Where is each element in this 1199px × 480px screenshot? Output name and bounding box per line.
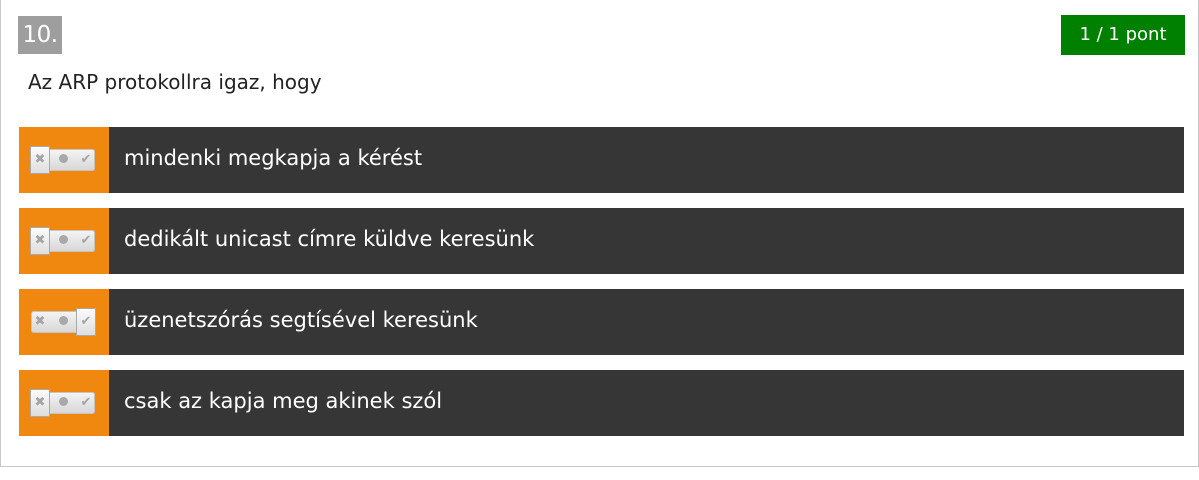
x-icon: ✖ — [34, 152, 46, 167]
toggle-cell: ✖ ✔ ✔ — [19, 289, 109, 355]
answer-text: dedikált unicast címre küldve keresünk — [124, 227, 535, 251]
check-icon[interactable]: ✔ — [76, 230, 96, 252]
check-icon[interactable]: ✔ — [76, 392, 96, 414]
check-icon[interactable]: ✔ — [76, 149, 96, 171]
toggle-cell: ✖ ✔ ✖ — [19, 127, 109, 193]
answer-option: ✖ ✔ ✔ üzenetszórás segtísével keresünk — [19, 289, 1184, 355]
toggle-knob[interactable]: ✔ — [76, 308, 96, 336]
dot-icon[interactable] — [53, 392, 73, 414]
toggle-knob[interactable]: ✖ — [30, 146, 50, 174]
three-state-toggle[interactable]: ✖ ✔ ✖ — [30, 227, 96, 255]
answer-text: üzenetszórás segtísével keresünk — [124, 308, 478, 332]
x-icon[interactable]: ✖ — [30, 311, 50, 333]
toggle-knob[interactable]: ✖ — [30, 227, 50, 255]
three-state-toggle[interactable]: ✖ ✔ ✔ — [30, 308, 96, 336]
answer-option: ✖ ✔ ✖ mindenki megkapja a kérést — [19, 127, 1184, 193]
toggle-cell: ✖ ✔ ✖ — [19, 208, 109, 274]
points-badge: 1 / 1 pont — [1061, 15, 1185, 55]
three-state-toggle[interactable]: ✖ ✔ ✖ — [30, 146, 96, 174]
answer-option: ✖ ✔ ✖ dedikált unicast címre küldve kere… — [19, 208, 1184, 274]
three-state-toggle[interactable]: ✖ ✔ ✖ — [30, 389, 96, 417]
x-icon: ✖ — [34, 395, 46, 410]
answer-text: csak az kapja meg akinek szól — [124, 389, 443, 413]
toggle-knob[interactable]: ✖ — [30, 389, 50, 417]
dot-icon[interactable] — [53, 149, 73, 171]
question-number: 10. — [18, 16, 62, 54]
dot-icon[interactable] — [53, 230, 73, 252]
answer-option: ✖ ✔ ✖ csak az kapja meg akinek szól — [19, 370, 1184, 436]
check-icon: ✔ — [80, 314, 92, 329]
x-icon: ✖ — [34, 233, 46, 248]
question-text: Az ARP protokollra igaz, hogy — [28, 70, 322, 94]
toggle-cell: ✖ ✔ ✖ — [19, 370, 109, 436]
answer-text: mindenki megkapja a kérést — [124, 146, 423, 170]
question-card: 10. 1 / 1 pont Az ARP protokollra igaz, … — [0, 0, 1199, 467]
dot-icon[interactable] — [53, 311, 73, 333]
